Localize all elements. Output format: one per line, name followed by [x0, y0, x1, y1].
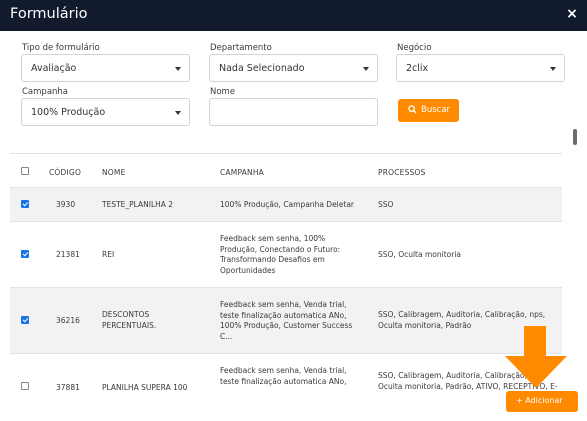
cell-nome: DESCONTOS PERCENTUAIS. [102, 310, 157, 330]
cell-campanha: Feedback sem senha, Venda trial, teste f… [220, 300, 353, 341]
row-checkbox[interactable] [21, 316, 29, 324]
header-processos: PROCESSOS [378, 168, 426, 177]
cell-nome: TESTE_PLANILHA 2 [102, 200, 174, 209]
table-row[interactable]: 21381 REI Feedback sem senha, 100% Produ… [10, 222, 562, 288]
table-row[interactable]: 36216 DESCONTOS PERCENTUAIS. Feedback se… [10, 288, 562, 354]
chevron-down-icon [175, 111, 181, 115]
campanha-select[interactable]: 100% Produção [21, 98, 190, 126]
buscar-button[interactable]: Buscar [398, 99, 459, 122]
cell-campanha: 100% Produção, Campanha Deletar [220, 200, 355, 209]
buscar-label: Buscar [421, 105, 451, 115]
cell-processos: SSO [378, 200, 394, 209]
departamento-select[interactable]: Nada Selecionado [209, 54, 378, 82]
arrow-down-icon [505, 326, 567, 388]
row-checkbox[interactable] [21, 200, 29, 208]
chevron-down-icon [363, 67, 369, 71]
tipo-label: Tipo de formulário [22, 43, 100, 53]
table-header: CÓDIGO NOME CAMPANHA PROCESSOS [10, 153, 562, 188]
cell-nome: REI [102, 250, 115, 259]
row-checkbox[interactable] [21, 382, 29, 390]
adicionar-label: + Adicionar [516, 396, 563, 405]
negocio-select-value: 2clix [406, 63, 429, 74]
header-codigo: CÓDIGO [49, 168, 82, 177]
header-nome: NOME [102, 168, 126, 177]
nome-label: Nome [210, 87, 236, 97]
cell-campanha: Feedback sem senha, Venda trial, teste f… [220, 366, 347, 386]
campanha-label: Campanha [22, 87, 69, 97]
chevron-down-icon [550, 67, 556, 71]
nome-input[interactable] [209, 98, 378, 126]
table-row[interactable]: 3930 TESTE_PLANILHA 2 100% Produção, Cam… [10, 188, 562, 222]
row-checkbox[interactable] [21, 250, 29, 258]
cell-processos: SSO, Oculta monitoria [378, 250, 462, 259]
select-all-checkbox[interactable] [21, 167, 29, 175]
header-campanha: CAMPANHA [220, 168, 264, 177]
negocio-select[interactable]: 2clix [396, 54, 565, 82]
tipo-select[interactable]: Avaliação [21, 54, 190, 82]
scrollbar-thumb[interactable] [573, 129, 577, 145]
cell-campanha: Feedback sem senha, 100% Produção, Conec… [220, 234, 341, 275]
modal-title: Formulário [10, 6, 88, 22]
cell-codigo: 37881 [56, 383, 80, 392]
cell-codigo: 21381 [56, 250, 80, 259]
departamento-select-value: Nada Selecionado [219, 63, 305, 74]
modal-titlebar: Formulário × [0, 0, 587, 31]
adicionar-button[interactable]: + Adicionar [506, 391, 578, 412]
cell-codigo: 36216 [56, 316, 80, 325]
negocio-label: Negócio [397, 43, 432, 53]
cell-nome: PLANILHA SUPERA 100 [102, 383, 188, 392]
campanha-select-value: 100% Produção [31, 107, 106, 118]
close-icon[interactable]: × [566, 7, 578, 21]
table-row[interactable]: 37881 PLANILHA SUPERA 100 Feedback sem s… [10, 354, 562, 412]
search-icon [408, 105, 417, 114]
tipo-select-value: Avaliação [31, 63, 77, 74]
cell-codigo: 3930 [56, 200, 76, 209]
chevron-down-icon [175, 67, 181, 71]
departamento-label: Departamento [210, 43, 272, 53]
